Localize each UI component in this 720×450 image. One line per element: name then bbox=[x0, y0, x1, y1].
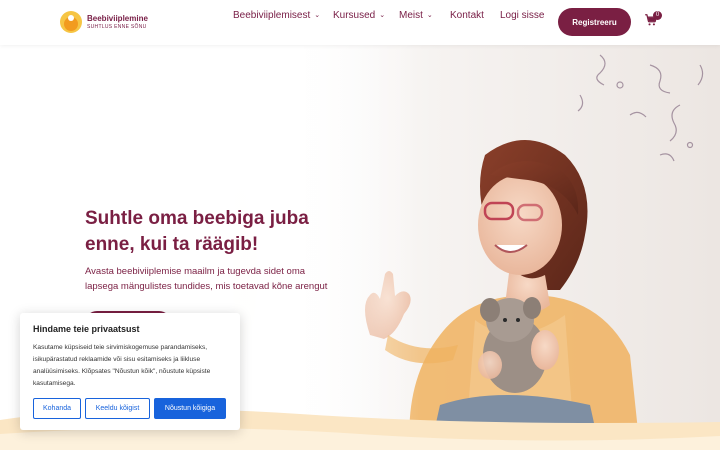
hero-subtitle: Avasta beebiviiplemise maailm ja tugevda… bbox=[85, 266, 328, 292]
nav-label: Kontakt bbox=[450, 9, 484, 21]
cookie-consent-dialog: Hindame teie privaatsust Kasutame küpsis… bbox=[20, 313, 240, 430]
nav-label: Beebiviiplemisest bbox=[233, 9, 311, 21]
cookie-reject-all-button[interactable]: Keeldu kõigist bbox=[85, 398, 150, 419]
logo-tagline: SUHTLUS ENNE SÕNU bbox=[87, 23, 147, 30]
nav-item-meist[interactable]: Meist ⌄ bbox=[399, 10, 433, 21]
site-header: Beebiviiplemine SUHTLUS ENNE SÕNU Beebiv… bbox=[0, 0, 720, 45]
chevron-down-icon: ⌄ bbox=[379, 12, 386, 19]
nav-item-beebiviiplemisest[interactable]: Beebiviiplemisest ⌄ bbox=[233, 10, 320, 21]
cookie-accept-all-button[interactable]: Nõustun kõigiga bbox=[154, 398, 226, 419]
cookie-title: Hindame teie privaatsust bbox=[33, 324, 140, 334]
hero-title: Suhtle oma beebiga juba enne, kui ta rää… bbox=[85, 208, 309, 255]
nav-label: Meist bbox=[399, 9, 423, 21]
cookie-description: Kasutame küpsiseid teie sirvimiskogemuse… bbox=[33, 344, 211, 387]
logo-title: Beebiviiplemine bbox=[87, 13, 148, 23]
nav-label: Logi sisse bbox=[500, 9, 545, 21]
logo-text: Beebiviiplemine SUHTLUS ENNE SÕNU bbox=[87, 13, 148, 30]
nav-label: Kursused bbox=[333, 9, 376, 21]
chevron-down-icon: ⌄ bbox=[314, 12, 321, 19]
chevron-down-icon: ⌄ bbox=[426, 12, 433, 19]
nav-item-kursused[interactable]: Kursused ⌄ bbox=[333, 10, 385, 21]
cookie-customize-button[interactable]: Kohanda bbox=[33, 398, 81, 419]
site-logo[interactable]: Beebiviiplemine SUHTLUS ENNE SÕNU bbox=[60, 11, 148, 33]
sun-logo-icon bbox=[60, 11, 82, 33]
nav-item-logi-sisse[interactable]: Logi sisse bbox=[500, 10, 544, 21]
register-button[interactable]: Registreeru bbox=[558, 8, 631, 36]
cart-count-badge: 0 bbox=[653, 11, 662, 20]
nav-item-kontakt[interactable]: Kontakt bbox=[450, 10, 484, 21]
